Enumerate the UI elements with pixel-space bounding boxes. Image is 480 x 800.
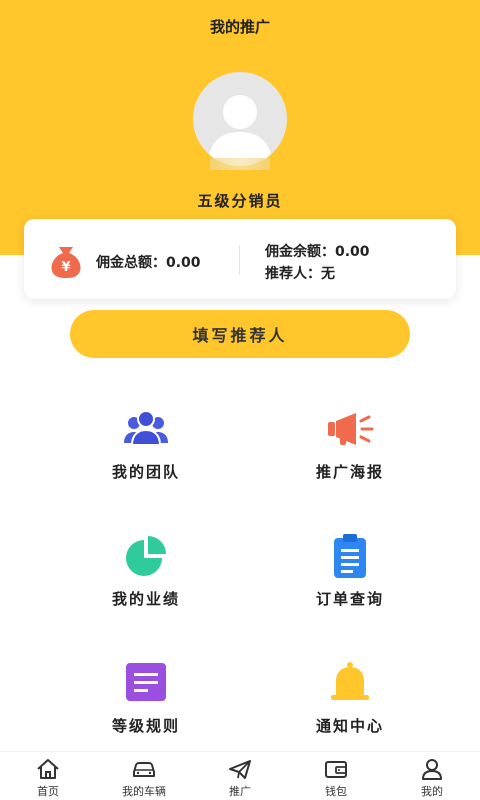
clipboard-icon [334,534,366,578]
menu-my-performance[interactable]: 我的业绩 [46,532,246,632]
megaphone-icon [328,413,374,445]
menu-order-query[interactable]: 订单查询 [250,532,450,632]
money-bag-icon: ¥ [51,247,81,278]
referrer-value: 无 [321,266,335,282]
referrer-label: 推荐人： [265,266,321,282]
header-banner: 我的推广 五级分销员 [0,0,480,255]
tab-label: 我的车辆 [122,785,166,798]
paper-plane-icon [229,760,251,779]
team-icon [124,410,168,446]
menu-label: 推广海报 [315,463,384,481]
nickname-blurred [210,158,270,170]
menu-label: 通知中心 [315,717,384,735]
page-title: 我的推广 [209,18,270,36]
home-icon [37,759,59,779]
menu-notification-center[interactable]: 通知中心 [250,659,450,759]
tab-label: 首页 [37,785,59,798]
menu-promo-poster[interactable]: 推广海报 [250,405,450,505]
tab-wallet[interactable]: 钱包 [288,756,384,798]
menu-label: 订单查询 [315,590,384,608]
commission-balance-label: 佣金余额： [265,244,335,260]
pie-chart-icon [126,536,166,576]
referrer-info: 推荐人：无 [265,263,335,283]
bottom-tab-bar: 首页 我的车辆 推广 钱包 我的 [0,751,480,800]
tab-label: 推广 [229,785,251,798]
bell-icon [331,662,369,700]
tab-label: 我的 [421,785,443,798]
money-bag-symbol: ¥ [61,260,70,275]
commission-total-value: 0.00 [166,255,201,271]
card-divider [239,245,240,275]
commission-card: ¥ 佣金总额：0.00 佣金余额：0.00 推荐人：无 [24,219,456,299]
menu-label: 我的团队 [111,463,180,481]
menu-level-rules[interactable]: 等级规则 [46,659,246,759]
distributor-level: 五级分销员 [197,192,283,210]
tab-promotion[interactable]: 推广 [192,756,288,798]
user-silhouette-icon [207,95,273,166]
commission-total-label: 佣金总额： [96,255,166,271]
list-icon [126,663,166,701]
commission-total: 佣金总额：0.00 [96,252,201,272]
avatar[interactable] [193,72,287,166]
menu-label: 我的业绩 [111,590,180,608]
menu-label: 等级规则 [111,717,180,735]
commission-balance: 佣金余额：0.00 [265,241,370,261]
tab-home[interactable]: 首页 [0,756,96,798]
car-icon [133,762,155,777]
fill-referrer-button[interactable]: 填写推荐人 [70,310,410,358]
tab-my-vehicles[interactable]: 我的车辆 [96,756,192,798]
tab-label: 钱包 [325,785,347,798]
menu-my-team[interactable]: 我的团队 [46,405,246,505]
user-icon [422,759,442,780]
wallet-icon [325,761,347,778]
commission-balance-value: 0.00 [335,244,370,260]
tab-mine[interactable]: 我的 [384,756,480,798]
